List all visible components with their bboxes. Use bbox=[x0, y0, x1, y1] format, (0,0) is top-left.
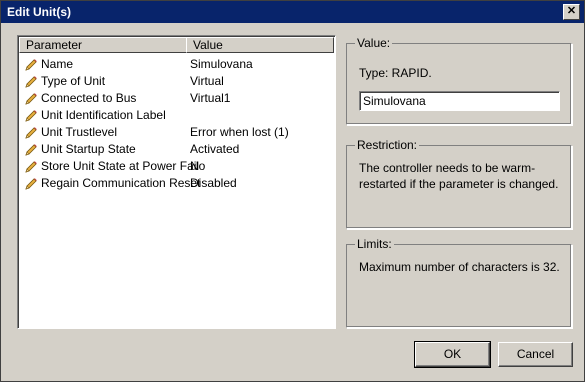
parameter-name: Unit Trustlevel bbox=[41, 125, 118, 139]
parameter-value: Error when lost (1) bbox=[190, 125, 289, 139]
column-header-value[interactable]: Value bbox=[186, 37, 334, 53]
pencil-icon bbox=[24, 92, 38, 106]
parameter-value: No bbox=[190, 159, 206, 173]
pencil-icon bbox=[24, 160, 38, 174]
column-header-parameter[interactable]: Parameter bbox=[19, 37, 187, 53]
restriction-legend: Restriction: bbox=[355, 138, 420, 152]
table-row[interactable]: Name Simulovana bbox=[22, 56, 332, 73]
limits-legend: Limits: bbox=[355, 237, 394, 251]
pencil-icon bbox=[24, 58, 38, 72]
parameter-value: Simulovana bbox=[190, 57, 253, 71]
table-row[interactable]: Connected to Bus Virtual1 bbox=[22, 90, 332, 107]
type-text: Type: RAPID. bbox=[359, 66, 432, 80]
parameter-value: Activated bbox=[190, 142, 240, 156]
value-legend: Value: bbox=[355, 36, 393, 50]
parameter-name: Regain Communication Reset bbox=[41, 176, 201, 190]
parameter-list[interactable]: Parameter Value Name Simulovana Type of Un… bbox=[17, 35, 336, 329]
close-icon: ✕ bbox=[566, 5, 577, 17]
close-button[interactable]: ✕ bbox=[563, 4, 580, 20]
pencil-icon bbox=[24, 109, 38, 123]
limits-text: Maximum number of characters is 32. bbox=[359, 260, 560, 274]
table-row[interactable]: Unit Identification Label bbox=[22, 107, 332, 124]
parameter-name: Store Unit State at Power Fail bbox=[41, 159, 200, 173]
edit-units-dialog: Edit Unit(s) ✕ Parameter Value Name Simul… bbox=[0, 0, 585, 382]
value-group: Value: Type: RAPID. bbox=[346, 36, 572, 125]
table-row[interactable]: Unit Startup State Activated bbox=[22, 141, 332, 158]
parameter-name: Name bbox=[41, 57, 74, 71]
parameter-name: Unit Identification Label bbox=[41, 108, 166, 122]
parameter-name: Type of Unit bbox=[41, 74, 106, 88]
pencil-icon bbox=[24, 177, 38, 191]
list-header: Parameter Value bbox=[19, 37, 334, 53]
restriction-text: The controller needs to be warm-restarte… bbox=[359, 161, 559, 191]
restriction-group: Restriction: The controller needs to be … bbox=[346, 138, 572, 229]
parameter-name: Connected to Bus bbox=[41, 91, 137, 105]
parameter-name: Unit Startup State bbox=[41, 142, 136, 156]
pencil-icon bbox=[24, 126, 38, 140]
table-row[interactable]: Unit Trustlevel Error when lost (1) bbox=[22, 124, 332, 141]
ok-button[interactable]: OK bbox=[414, 341, 491, 368]
value-input[interactable] bbox=[359, 91, 560, 111]
table-row[interactable]: Regain Communication Reset Disabled bbox=[22, 175, 332, 192]
cancel-button[interactable]: Cancel bbox=[498, 342, 573, 367]
title-bar: Edit Unit(s) ✕ bbox=[1, 1, 584, 23]
pencil-icon bbox=[24, 143, 38, 157]
parameter-value: Disabled bbox=[190, 176, 237, 190]
parameter-rows: Name Simulovana Type of Unit Virtual Connect… bbox=[22, 56, 332, 192]
pencil-icon bbox=[24, 75, 38, 89]
limits-group: Limits: Maximum number of characters is … bbox=[346, 237, 572, 328]
window-title: Edit Unit(s) bbox=[7, 5, 71, 19]
parameter-value: Virtual bbox=[190, 74, 224, 88]
table-row[interactable]: Store Unit State at Power Fail No bbox=[22, 158, 332, 175]
parameter-value: Virtual1 bbox=[190, 91, 231, 105]
table-row[interactable]: Type of Unit Virtual bbox=[22, 73, 332, 90]
